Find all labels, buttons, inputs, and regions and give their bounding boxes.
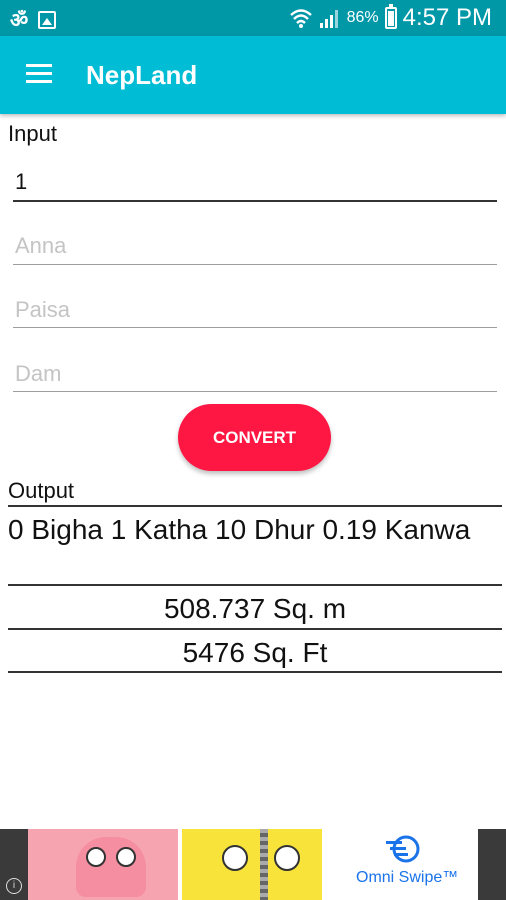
- output-divider: [8, 505, 502, 507]
- input-label: Input: [8, 121, 57, 146]
- ad-banner[interactable]: i Omni Swipe™: [0, 829, 506, 900]
- omni-swipe-logo-icon: [386, 835, 420, 863]
- ad-right-edge: [478, 829, 506, 900]
- convert-button[interactable]: CONVERT: [178, 404, 331, 471]
- ropani-input[interactable]: [13, 162, 497, 202]
- battery-percent: 86%: [346, 9, 379, 26]
- app-title: NepLand: [86, 60, 198, 90]
- image-icon: [38, 10, 57, 29]
- square-feet-result: 5476 Sq. Ft: [182, 637, 328, 668]
- ad-brand-text: Omni Swipe™: [356, 869, 459, 886]
- output-divider: [8, 584, 502, 586]
- paisa-input[interactable]: [13, 290, 497, 330]
- output-label: Output: [8, 478, 75, 503]
- anna-input[interactable]: [13, 226, 497, 266]
- output-divider: [8, 628, 502, 630]
- battery-charging-icon: [384, 4, 397, 29]
- wifi-icon: [289, 9, 312, 28]
- hamburger-menu-icon[interactable]: [26, 64, 52, 84]
- status-bar: ॐ 86% 4:57 PM: [0, 0, 506, 36]
- app-bar: NepLand: [0, 36, 506, 114]
- ropani-input-underline: [13, 200, 497, 202]
- paisa-input-underline: [13, 327, 497, 328]
- ad-yellow-character-image: [182, 829, 322, 900]
- signal-icon: [319, 10, 338, 28]
- anna-input-underline: [13, 264, 497, 265]
- dam-input-underline: [13, 391, 497, 392]
- clock-time: 4:57 PM: [402, 4, 492, 31]
- ad-pink-character-image: [28, 829, 178, 900]
- nepali-units-result: 0 Bigha 1 Katha 10 Dhur 0.19 Kanwa: [8, 514, 471, 545]
- output-divider: [8, 671, 502, 673]
- square-meters-result: 508.737 Sq. m: [163, 593, 347, 624]
- ad-info-icon[interactable]: i: [6, 878, 22, 894]
- om-icon: ॐ: [10, 8, 29, 32]
- dam-input[interactable]: [13, 354, 497, 394]
